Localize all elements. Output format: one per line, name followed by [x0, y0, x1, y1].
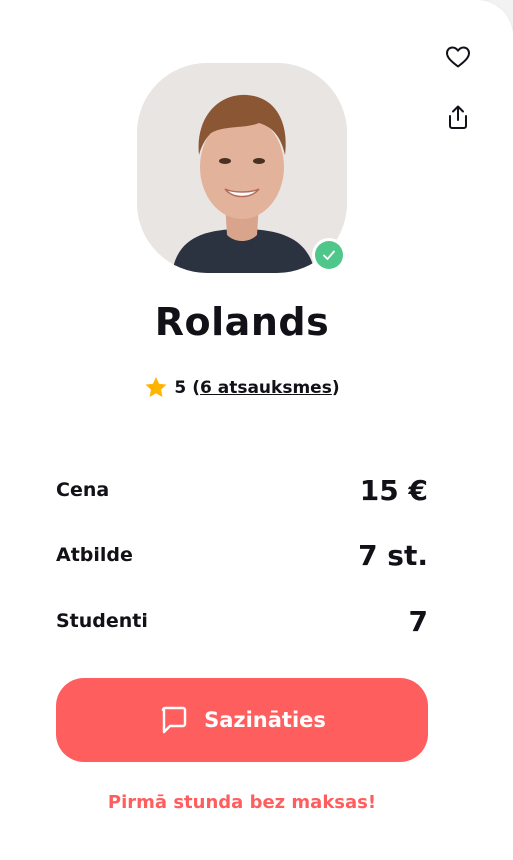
verified-badge	[312, 238, 346, 272]
avatar-container	[137, 63, 347, 273]
check-icon	[323, 250, 335, 260]
rating-paren-open: (	[192, 377, 200, 398]
favorite-button[interactable]	[442, 41, 474, 73]
contact-button[interactable]: Sazināties	[56, 678, 428, 762]
tutor-name: Rolands	[154, 300, 330, 344]
rating-paren-close: )	[331, 377, 340, 398]
free-lesson-promo: Pirmā stunda bez maksas!	[107, 792, 377, 813]
stat-value: 7 st.	[358, 538, 428, 572]
share-icon	[449, 105, 467, 129]
rating: 5 ( 6 atsauksmes )	[0, 376, 484, 399]
avatar[interactable]	[137, 63, 347, 273]
stat-row-price: Cena 15 €	[56, 472, 428, 508]
contact-button-label: Sazināties	[204, 708, 326, 732]
verified-badge-fill	[315, 241, 343, 269]
stat-value: 7	[408, 604, 428, 638]
stat-row-response: Atbilde 7 st.	[56, 537, 428, 573]
tutor-card: Rolands 5 ( 6 atsauksmes ) Cena 15 € Atb…	[0, 0, 513, 860]
star-icon	[144, 376, 168, 399]
share-button[interactable]	[442, 101, 474, 133]
tutor-photo	[137, 63, 347, 273]
chat-bubble-icon	[158, 704, 190, 736]
stat-value: 15 €	[359, 473, 428, 507]
reviews-link[interactable]: 6 atsauksmes	[200, 378, 332, 398]
heart-icon	[446, 46, 470, 68]
stat-label: Atbilde	[56, 544, 133, 566]
rating-score: 5	[174, 377, 187, 398]
stat-label: Studenti	[56, 610, 148, 632]
stat-row-students: Studenti 7	[56, 603, 428, 639]
stat-label: Cena	[56, 479, 110, 501]
